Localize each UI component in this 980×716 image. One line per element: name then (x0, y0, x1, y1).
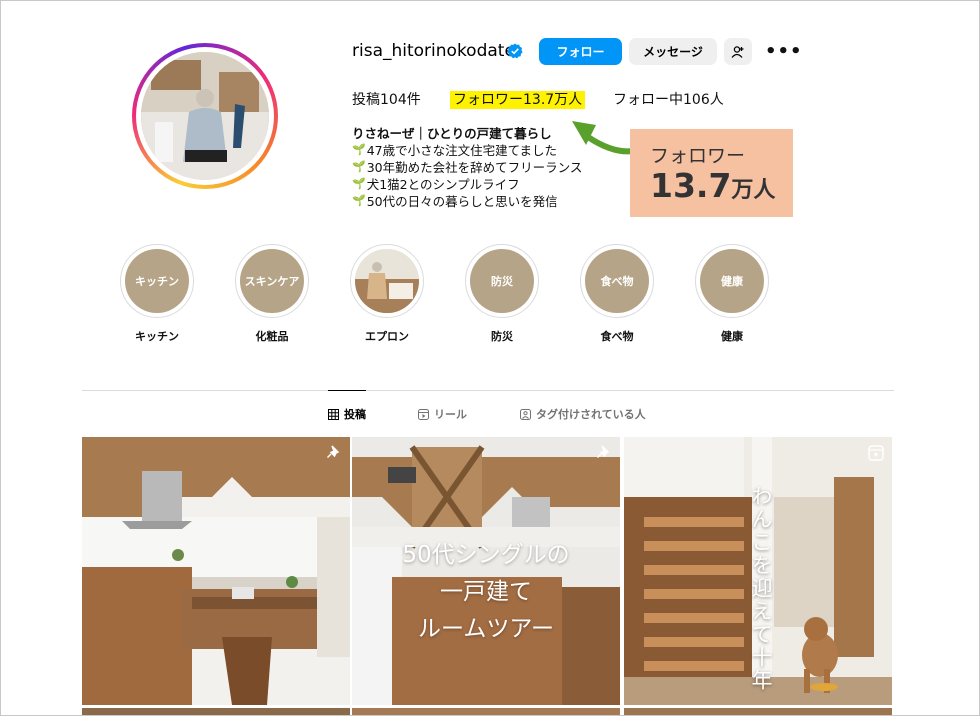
profile-avatar[interactable] (132, 43, 278, 189)
tabs-divider (82, 390, 894, 391)
message-button[interactable]: メッセージ (629, 38, 717, 65)
callout-number: 13.7 (650, 166, 732, 205)
grid-icon (328, 408, 339, 420)
post-overlay-line: 一戸建て (440, 579, 532, 605)
post-overlay-line: 50代シングルの (402, 542, 570, 568)
followers-count[interactable]: フォロワー13.7万人 (450, 89, 586, 109)
seedling-icon: 🌱 (352, 177, 366, 190)
post-thumbnail[interactable]: 50代シングルの 一戸建て ルームツアー (352, 437, 620, 705)
highlight-cosmetics[interactable]: スキンケア 化粧品 (232, 244, 312, 344)
more-options-icon[interactable]: ••• (765, 41, 803, 62)
suggest-user-button[interactable] (724, 38, 752, 65)
post-overlay-vertical-title: わんこを迎えて十年 (749, 485, 773, 692)
follow-button[interactable]: フォロー (539, 38, 622, 65)
post-thumbnail-partial[interactable] (624, 708, 892, 715)
highlight-label: エプロン (365, 330, 409, 343)
highlight-cover: キッチン (125, 249, 189, 313)
instagram-profile-page: risa_hitorinokodate フォロー メッセージ ••• 投稿104… (0, 0, 980, 716)
highlight-kitchen[interactable]: キッチン キッチン (117, 244, 197, 344)
reels-icon (418, 408, 429, 420)
tab-reels-label: リール (434, 408, 467, 421)
tab-posts-label: 投稿 (344, 408, 366, 421)
post-overlay-line: ルームツアー (418, 616, 554, 642)
avatar-photo-illustration (141, 52, 269, 180)
pinned-post-icon (596, 445, 610, 459)
post-thumbnail-partial[interactable] (352, 708, 620, 715)
tagged-user-icon (520, 408, 531, 420)
seedling-icon: 🌱 (352, 160, 366, 173)
posts-count: 投稿104件 (352, 92, 421, 108)
highlight-apron[interactable]: エプロン (347, 244, 427, 344)
highlight-cover: 食べ物 (585, 249, 649, 313)
highlight-health[interactable]: 健康 健康 (692, 244, 772, 344)
profile-username: risa_hitorinokodate (352, 41, 515, 61)
bio-line-text: 50代の日々の暮らしと思いを発信 (366, 194, 558, 209)
post-photo-kitchen (82, 437, 350, 705)
followers-callout: フォロワー 13.7万人 (630, 129, 793, 217)
avatar-photo (141, 52, 269, 180)
highlight-cover: 防災 (470, 249, 534, 313)
add-user-icon (731, 45, 744, 58)
post-thumbnail[interactable] (82, 437, 350, 705)
followers-count-text: フォロワー13.7万人 (450, 91, 586, 109)
post-thumbnail[interactable]: わんこを迎えて十年 (624, 437, 892, 705)
highlight-label: 防災 (491, 330, 513, 343)
highlight-cover: 健康 (700, 249, 764, 313)
highlight-photo (355, 249, 419, 313)
verified-badge-icon (507, 43, 523, 59)
highlight-label: 健康 (721, 330, 743, 343)
tab-posts[interactable]: 投稿 (328, 406, 366, 422)
post-thumbnail-partial[interactable] (82, 708, 350, 715)
active-tab-indicator (328, 390, 366, 391)
pinned-post-icon (326, 445, 340, 459)
highlight-label: 化粧品 (255, 330, 289, 343)
tab-reels[interactable]: リール (418, 406, 467, 422)
seedling-icon: 🌱 (352, 143, 366, 156)
callout-label: フォロワー (650, 145, 746, 167)
following-count[interactable]: フォロー中106人 (613, 89, 724, 109)
highlight-label: キッチン (135, 330, 179, 343)
highlight-food[interactable]: 食べ物 食べ物 (577, 244, 657, 344)
post-overlay-title: 50代シングルの 一戸建て ルームツアー (352, 537, 620, 648)
callout-value: 13.7万人 (650, 166, 775, 205)
tab-tagged-label: タグ付けされている人 (536, 408, 646, 421)
seedling-icon: 🌱 (352, 194, 366, 207)
tab-tagged[interactable]: タグ付けされている人 (520, 406, 646, 422)
highlight-label: 食べ物 (600, 330, 634, 343)
bio-line: 🌱 50代の日々の暮らしと思いを発信 (352, 191, 558, 210)
highlight-disaster-prep[interactable]: 防災 防災 (462, 244, 542, 344)
reels-badge-icon (868, 445, 884, 461)
highlight-cover: スキンケア (240, 249, 304, 313)
highlight-photo-illustration (355, 249, 419, 313)
callout-unit: 万人 (731, 178, 776, 203)
